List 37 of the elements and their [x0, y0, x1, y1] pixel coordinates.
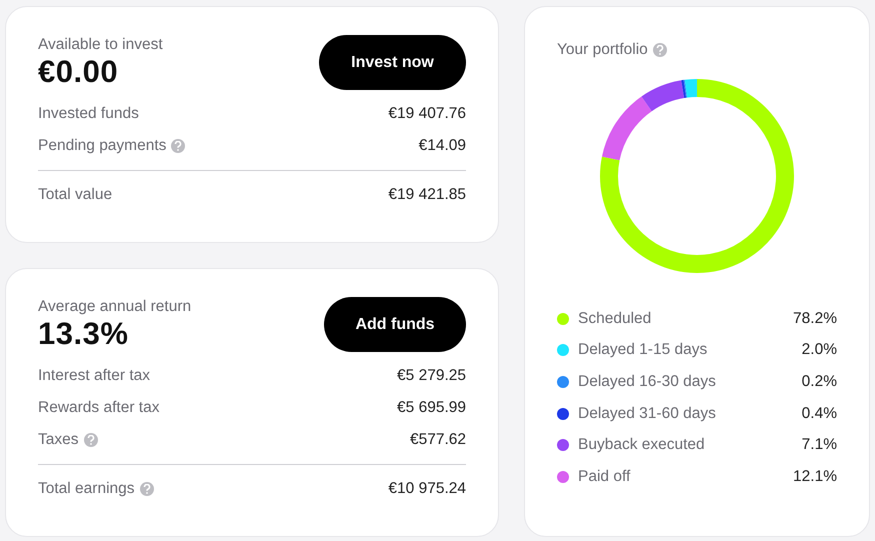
- portfolio-title: Your portfolio: [557, 41, 648, 59]
- row-label: Total value: [38, 186, 112, 204]
- row-label: Taxes: [38, 431, 78, 449]
- legend-value: 7.1%: [802, 436, 837, 454]
- row-label: Interest after tax: [38, 367, 150, 385]
- help-icon[interactable]: [652, 43, 667, 57]
- card-label: Average annual return: [38, 298, 192, 316]
- row-value: €10 975.24: [388, 480, 466, 498]
- legend-label: Delayed 31-60 days: [578, 404, 716, 423]
- invest-now-button[interactable]: Invest now: [319, 35, 466, 90]
- help-icon[interactable]: [140, 482, 154, 496]
- card-label: Available to invest: [38, 36, 163, 54]
- row-label: Total earnings: [38, 480, 135, 498]
- row-value: €19 421.85: [388, 186, 466, 204]
- legend-label: Buyback executed: [578, 436, 705, 454]
- row-value: €577.62: [410, 431, 466, 449]
- card-amount: €0.00: [38, 54, 120, 90]
- legend-label: Delayed 16-30 days: [578, 372, 716, 391]
- legend-label: Paid off: [578, 468, 630, 486]
- legend-value: 0.4%: [802, 404, 837, 423]
- legend-value: 12.1%: [793, 468, 837, 486]
- add-funds-button[interactable]: Add funds: [324, 297, 466, 352]
- legend-value: 0.2%: [802, 372, 837, 391]
- row-value: €5 695.99: [397, 399, 466, 417]
- row-value: €5 279.25: [397, 367, 466, 385]
- help-icon[interactable]: [171, 139, 186, 153]
- card-amount: 13.3%: [38, 316, 130, 352]
- help-icon[interactable]: [84, 433, 98, 447]
- row-label: Pending payments: [38, 137, 166, 155]
- row-label: Invested funds: [38, 105, 139, 123]
- row-value: €14.09: [418, 137, 466, 155]
- legend-value: 78.2%: [793, 310, 837, 328]
- legend-label: Delayed 1-15 days: [578, 341, 708, 360]
- row-value: €19 407.76: [388, 105, 466, 123]
- row-label: Rewards after tax: [38, 399, 160, 417]
- legend-label: Scheduled: [578, 310, 652, 328]
- legend-value: 2.0%: [802, 341, 837, 360]
